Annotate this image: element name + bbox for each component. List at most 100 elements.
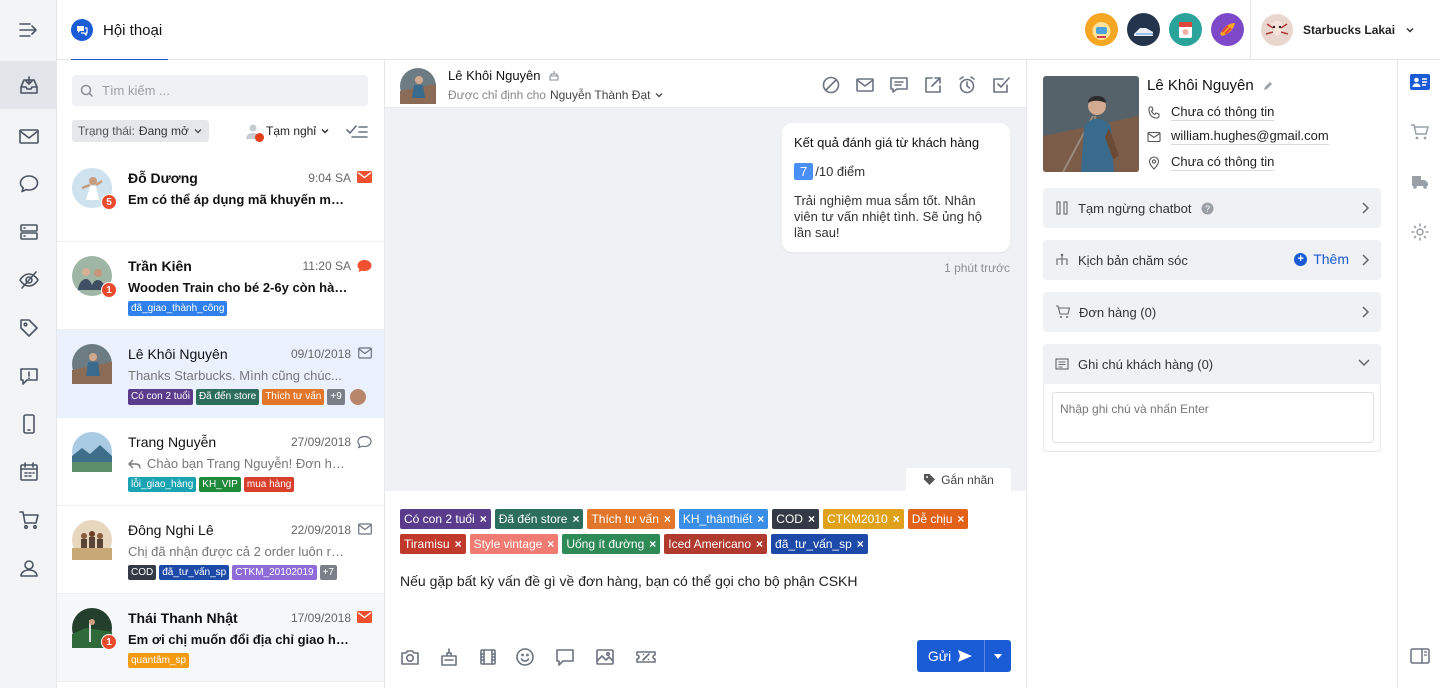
collapse-menu-icon[interactable] xyxy=(0,6,57,54)
remove-label-icon[interactable]: × xyxy=(957,512,964,526)
label-chip: KH_thânthiết × xyxy=(678,509,769,529)
eye-off-icon[interactable] xyxy=(0,256,57,304)
chat-icon[interactable] xyxy=(0,160,57,208)
remove-label-icon[interactable]: × xyxy=(547,537,554,551)
search-box[interactable] xyxy=(72,75,368,106)
chevron-right-icon xyxy=(1362,254,1370,266)
product-icon[interactable] xyxy=(439,648,459,666)
app-avatar-1[interactable] xyxy=(1085,13,1118,46)
away-status-toggle[interactable]: Tạm nghỉ xyxy=(244,120,330,142)
conversation-item[interactable]: 1 Thái Thanh Nhật 17/09/2018 Em ơi chị m… xyxy=(57,594,384,682)
customer-phone-row[interactable]: Chưa có thông tin xyxy=(1147,104,1275,121)
chat-icon xyxy=(357,435,372,449)
avatar xyxy=(400,68,436,104)
care-script-label: Kịch bản chăm sóc xyxy=(1078,252,1188,268)
message-input[interactable]: Nếu gặp bất kỳ vấn đề gì về đơn hàng, bạ… xyxy=(400,573,858,589)
mark-done-icon[interactable] xyxy=(991,75,1011,95)
user-name: Starbucks Lakai xyxy=(1303,23,1396,37)
remove-label-icon[interactable]: × xyxy=(664,512,671,526)
alarm-icon[interactable] xyxy=(957,75,977,95)
settings-gear-icon[interactable] xyxy=(1398,212,1440,252)
app-avatar-2[interactable] xyxy=(1127,13,1160,46)
emoji-icon[interactable] xyxy=(515,648,535,666)
note-input[interactable] xyxy=(1052,392,1374,443)
shipping-icon[interactable] xyxy=(1398,162,1440,202)
mobile-icon[interactable] xyxy=(0,400,57,448)
note-icon xyxy=(1055,358,1069,370)
email-icon[interactable] xyxy=(0,112,57,160)
orders-card[interactable]: Đơn hàng (0) xyxy=(1043,292,1381,332)
conversation-item[interactable]: Trang Nguyễn 27/09/2018 Chào bạn Trang N… xyxy=(57,418,384,506)
tag-icon[interactable] xyxy=(0,304,57,352)
user-menu[interactable]: Starbucks Lakai xyxy=(1250,0,1440,60)
tab-conversations[interactable]: Hội thoại xyxy=(71,0,169,61)
conversation-item[interactable]: 5 Đỗ Dương 9:04 SA Em có thể áp dụng mã … xyxy=(57,154,384,242)
cart-icon[interactable] xyxy=(0,496,57,544)
remove-label-icon[interactable]: × xyxy=(455,537,462,551)
customer-address: Chưa có thông tin xyxy=(1171,154,1275,171)
conversation-item-selected[interactable]: Lê Khôi Nguyên 09/10/2018 Thanks Starbuc… xyxy=(57,330,384,418)
remove-label-icon[interactable]: × xyxy=(756,537,763,551)
customer-address-row[interactable]: Chưa có thông tin xyxy=(1147,154,1275,171)
label-chip-text: đã_tư_vấn_sp xyxy=(775,537,852,551)
pause-chatbot-label: Tạm ngừng chatbot xyxy=(1078,200,1192,216)
send-button-group: Gửi xyxy=(917,640,1011,672)
app-avatar-4[interactable] xyxy=(1211,13,1244,46)
conversation-item[interactable]: Đông Nghi Lê 22/09/2018 Chị đã nhận được… xyxy=(57,506,384,594)
remove-label-icon[interactable]: × xyxy=(808,512,815,526)
help-icon[interactable]: ? xyxy=(1201,202,1214,215)
remove-label-icon[interactable]: × xyxy=(893,512,900,526)
remove-label-icon[interactable]: × xyxy=(480,512,487,526)
reply-icon xyxy=(128,459,141,469)
send-button[interactable]: Gửi xyxy=(917,640,984,672)
customer-email-row[interactable]: william.hughes@gmail.com xyxy=(1147,128,1329,145)
location-icon xyxy=(1148,155,1160,170)
customer-notes-card[interactable]: Ghi chú khách hàng (0) xyxy=(1043,344,1381,384)
caret-down-icon xyxy=(994,654,1002,659)
contact-icon[interactable] xyxy=(0,544,57,592)
video-icon[interactable] xyxy=(478,648,498,666)
contact-card-icon[interactable] xyxy=(1398,62,1440,102)
feedback-icon[interactable] xyxy=(0,352,57,400)
customer-panel: Lê Khôi Nguyên Chưa có thông tin william… xyxy=(1026,60,1397,688)
image-icon[interactable] xyxy=(595,648,615,666)
care-script-card[interactable]: Kịch bản chăm sóc + Thêm xyxy=(1043,240,1381,280)
more-tags-count[interactable]: +9 xyxy=(327,389,345,405)
contact-name: Lê Khôi Nguyên xyxy=(128,346,228,362)
coupon-icon[interactable] xyxy=(635,648,657,666)
label-chip: COD × xyxy=(772,509,819,529)
toggle-panel-icon[interactable] xyxy=(1398,636,1440,676)
conversation-list: Trạng thái: Đang mở Tạm nghỉ 5 Đỗ Dương … xyxy=(57,60,385,688)
conversation-item[interactable]: 1 Trần Kiên 11:20 SA Wooden Train cho bé… xyxy=(57,242,384,330)
message-timestamp: 1 phút trước xyxy=(944,261,1010,275)
more-tags-count[interactable]: +7 xyxy=(319,565,337,580)
search-input[interactable] xyxy=(102,83,342,98)
edit-icon[interactable] xyxy=(1262,80,1274,92)
cart-icon[interactable] xyxy=(1398,112,1440,152)
remove-label-icon[interactable]: × xyxy=(757,512,764,526)
inbox-icon[interactable] xyxy=(0,61,57,109)
email-icon[interactable] xyxy=(855,75,875,95)
tag: KH_VIP xyxy=(199,477,241,492)
tag: quantâm_sp xyxy=(128,653,190,668)
server-list-icon[interactable] xyxy=(0,208,57,256)
calendar-icon[interactable] xyxy=(0,448,57,496)
send-options-button[interactable] xyxy=(984,640,1011,672)
add-care-script-button[interactable]: + Thêm xyxy=(1294,251,1349,267)
rating-message-bubble: Kết quả đánh giá từ khách hàng 7 /10 điể… xyxy=(782,123,1010,252)
assignee-selector[interactable]: Được chỉ định cho Nguyễn Thành Đạt xyxy=(448,88,664,102)
external-link-icon[interactable] xyxy=(923,75,943,95)
add-label-button[interactable]: Gắn nhãn xyxy=(906,468,1011,491)
comment-icon[interactable] xyxy=(889,75,909,95)
remove-label-icon[interactable]: × xyxy=(649,537,656,551)
remove-label-icon[interactable]: × xyxy=(572,512,579,526)
pause-chatbot-card[interactable]: Tạm ngừng chatbot ? xyxy=(1043,188,1381,228)
app-avatar-3[interactable] xyxy=(1169,13,1202,46)
block-icon[interactable] xyxy=(821,75,841,95)
mark-all-done-icon[interactable] xyxy=(346,121,368,141)
phone-icon xyxy=(1148,105,1160,119)
quick-reply-icon[interactable] xyxy=(555,648,575,666)
status-filter[interactable]: Trạng thái: Đang mở xyxy=(72,120,209,142)
camera-icon[interactable] xyxy=(400,648,420,666)
remove-label-icon[interactable]: × xyxy=(857,537,864,551)
